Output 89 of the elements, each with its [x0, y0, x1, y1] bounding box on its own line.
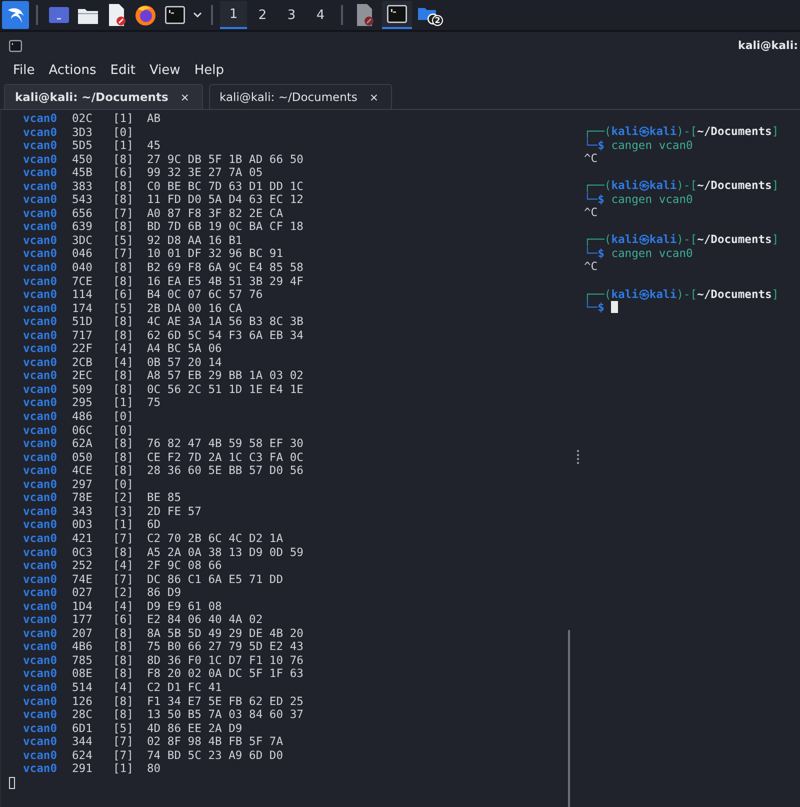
scrollbar-thumb[interactable] [568, 630, 570, 807]
can-frame-line: vcan0 1D4 [4] D9 E9 61 08 [23, 600, 222, 614]
can-frame-line: vcan0 28C [8] 13 50 B5 7A 03 84 60 37 [23, 708, 304, 722]
terminal-icon [9, 40, 22, 52]
can-frame-line: vcan0 027 [2] 86 D9 [23, 586, 182, 600]
can-frame-line: vcan0 06C [0] [23, 424, 134, 438]
can-frame-line: vcan0 486 [0] [23, 410, 134, 424]
can-frame-line: vcan0 291 [1] 80 [23, 762, 161, 776]
can-frame-line: vcan0 22F [4] A4 BC 5A 06 [23, 342, 222, 356]
output-line: ^C [584, 260, 598, 274]
workspace-button[interactable]: 4 [307, 1, 334, 29]
output-line: ^C [584, 152, 598, 166]
can-frame-line: vcan0 62A [8] 76 82 47 4B 59 58 EF 30 [23, 437, 304, 451]
can-frame-line: vcan0 040 [8] B2 69 F8 6A 9C E4 85 58 [23, 261, 304, 275]
can-frame-line: vcan0 7CE [8] 16 EA E5 4B 51 3B 29 4F [23, 274, 304, 288]
can-frame-line: vcan0 514 [4] C2 D1 FC 41 [23, 680, 222, 695]
taskbar-app-button[interactable]: 2 [414, 1, 444, 29]
can-frame-line: vcan0 207 [8] 8A 5B 5D 49 29 DE 4B 20 [23, 626, 304, 640]
can-frame-line: vcan0 3DC [5] 92 D8 AA 16 B1 [23, 234, 242, 248]
terminal-tab[interactable]: kali@kali: ~/Documents × [208, 84, 392, 109]
can-frame-line: vcan0 78E [2] BE 85 [23, 491, 182, 505]
menu-item[interactable]: File [6, 62, 42, 78]
can-frame-line: vcan0 114 [6] B4 0C 07 6C 57 76 [23, 288, 263, 302]
can-frame-line: vcan0 74E [7] DC 86 C1 6A E5 71 DD [23, 572, 284, 586]
can-frame-line: vcan0 450 [8] 27 9C DB 5F 1B AD 66 50 [23, 152, 304, 166]
document-icon [356, 4, 374, 26]
close-button[interactable]: × [369, 90, 379, 104]
prompt-line: ┌──(kali㉿kali)-[~/Documents] [584, 288, 779, 301]
caret-icon [192, 12, 202, 18]
can-frame-line: vcan0 51D [8] 4C AE 3A 1A 56 B3 8C 3B [23, 315, 304, 329]
window-icon [48, 6, 68, 24]
can-frame-line: vcan0 2EC [8] A8 57 EB 29 BB 1A 03 02 [23, 369, 304, 383]
can-frame-line: vcan0 297 [0] [23, 478, 134, 492]
command-line: └─$ cangen vcan0 [584, 246, 693, 260]
can-frame-line: vcan0 543 [8] 11 FD D0 5A D4 63 EC 12 [23, 193, 304, 207]
can-frame-line: vcan0 177 [6] E2 84 06 40 4A 02 [23, 613, 263, 627]
window-title: kali@kali: [738, 39, 798, 52]
can-frame-line: vcan0 656 [7] A0 87 F8 3F 82 2E CA [23, 206, 284, 220]
terminal-icon [164, 6, 184, 24]
command-line: └─$ cangen vcan0 [584, 138, 693, 152]
can-frame-line: vcan0 295 [1] 75 [23, 396, 161, 410]
command-line: └─$ cangen vcan0 [584, 192, 693, 206]
can-frame-line: vcan0 717 [8] 62 6D 5C 54 F3 6A EB 34 [23, 328, 304, 342]
workspace-button[interactable]: 3 [278, 1, 305, 29]
can-frame-line: vcan0 785 [8] 8D 36 F0 1C D7 F1 10 76 [23, 654, 304, 668]
taskbar-app-button[interactable] [382, 1, 412, 29]
can-frame-line: vcan0 4B6 [8] 75 B0 66 27 79 5D E2 43 [23, 640, 304, 654]
can-frame-line: vcan0 45B [6] 99 32 3E 27 7A 05 [23, 166, 263, 180]
can-frame-line: vcan0 624 [7] 74 BD 5C 23 A9 6D D0 [23, 748, 284, 762]
prompt-line: ┌──(kali㉿kali)-[~/Documents] [584, 125, 779, 138]
can-frame-line: vcan0 174 [5] 2B DA 00 16 CA [23, 302, 242, 316]
menu-item[interactable]: View [142, 62, 188, 78]
globe-icon [135, 4, 156, 26]
can-frame-line: vcan0 343 [3] 2D FE 57 [23, 504, 202, 518]
document-icon [108, 4, 126, 26]
can-frame-line: vcan0 2CB [4] 0B 57 20 14 [23, 356, 222, 370]
can-frame-line: vcan0 3D3 [0] [23, 126, 134, 140]
splitter-handle[interactable] [577, 450, 579, 464]
can-frame-line: vcan0 509 [8] 0C 56 2C 51 1D 1E E4 1E [23, 382, 304, 396]
menu-item[interactable]: Edit [103, 62, 142, 78]
can-frame-line: vcan0 344 [7] 02 8F 98 4B FB 5F 7A [23, 735, 284, 749]
can-frame-line: vcan0 046 [7] 10 01 DF 32 96 BC 91 [23, 247, 284, 262]
can-frame-line: vcan0 050 [8] CE F2 7D 2A 1C C3 FA 0C [23, 450, 304, 464]
count-badge: 2 [432, 15, 443, 26]
app-menu-button[interactable] [2, 1, 29, 29]
can-frame-line: vcan0 4CE [8] 28 36 60 5E BB 57 D0 56 [23, 464, 304, 478]
prompt-line: ┌──(kali㉿kali)-[~/Documents] [584, 179, 779, 192]
can-frame-line: vcan0 0D3 [1] 6D [23, 518, 161, 532]
terminal-tab[interactable]: kali@kali: ~/Documents × [4, 84, 203, 109]
can-frame-line: vcan0 0C3 [8] A5 2A 0A 38 13 D9 0D 59 [23, 546, 304, 560]
terminal-icon [387, 5, 407, 23]
workspace-button[interactable]: 1 [220, 1, 247, 29]
can-frame-line: vcan0 252 [4] 2F 9C 08 66 [23, 559, 222, 573]
can-frame-line: vcan0 639 [8] BD 7D 6B 19 0C BA CF 18 [23, 220, 304, 234]
close-button[interactable]: × [180, 90, 190, 104]
can-frame-line: vcan0 383 [8] C0 BE BC 7D 63 D1 DD 1C [23, 180, 304, 194]
menu-item[interactable]: Actions [42, 62, 104, 78]
command-line: └─$ [584, 301, 618, 315]
can-frame-line: vcan0 5D5 [1] 45 [23, 139, 161, 153]
workspace-button[interactable]: 2 [249, 1, 276, 29]
can-frame-line: vcan0 421 [7] C2 70 2B 6C 4C D2 1A [23, 532, 284, 546]
prompt-line: ┌──(kali㉿kali)-[~/Documents] [584, 233, 779, 246]
can-frame-line: vcan0 08E [8] F8 20 02 0A DC 5F 1F 63 [23, 667, 304, 681]
can-frame-line: vcan0 126 [8] F1 34 E7 5E FB 62 ED 25 [23, 694, 304, 708]
can-frame-line: vcan0 6D1 [5] 4D 86 EE 2A D9 [23, 722, 242, 736]
can-frame-line: vcan0 02C [1] AB [23, 112, 161, 126]
menu-item[interactable]: Help [187, 62, 231, 78]
output-line: ^C [584, 206, 598, 220]
folder-icon [78, 6, 98, 24]
